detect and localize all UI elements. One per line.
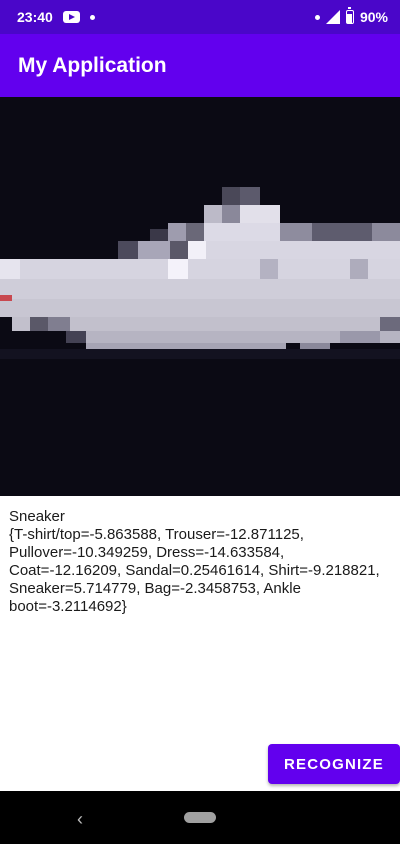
signal-icon [325, 10, 340, 24]
sneaker-image [0, 97, 400, 496]
youtube-icon [62, 11, 80, 23]
result-text: Sneaker {T-shirt/top=-5.863588, Trouser=… [9, 508, 393, 616]
home-pill-icon[interactable] [184, 812, 216, 823]
battery-percent: 90% [359, 9, 388, 25]
status-time: 23:40 [17, 9, 53, 25]
result-label: Sneaker [9, 508, 65, 525]
status-right: 90% [314, 7, 388, 25]
app-bar: My Application [0, 34, 400, 97]
app-title: My Application [18, 53, 167, 77]
result-scores: {T-shirt/top=-5.863588, Trouser=-12.8711… [9, 526, 380, 615]
status-left: 23:40 [17, 9, 95, 25]
status-bar: 23:40 90% [0, 0, 400, 34]
notification-dot-icon [89, 14, 95, 20]
status-dot-icon [314, 14, 320, 20]
battery-icon [345, 7, 354, 24]
image-view [0, 97, 400, 496]
navigation-bar: ‹ [0, 791, 400, 844]
recognize-button[interactable]: RECOGNIZE [268, 744, 400, 784]
back-icon[interactable]: ‹ [77, 809, 83, 830]
